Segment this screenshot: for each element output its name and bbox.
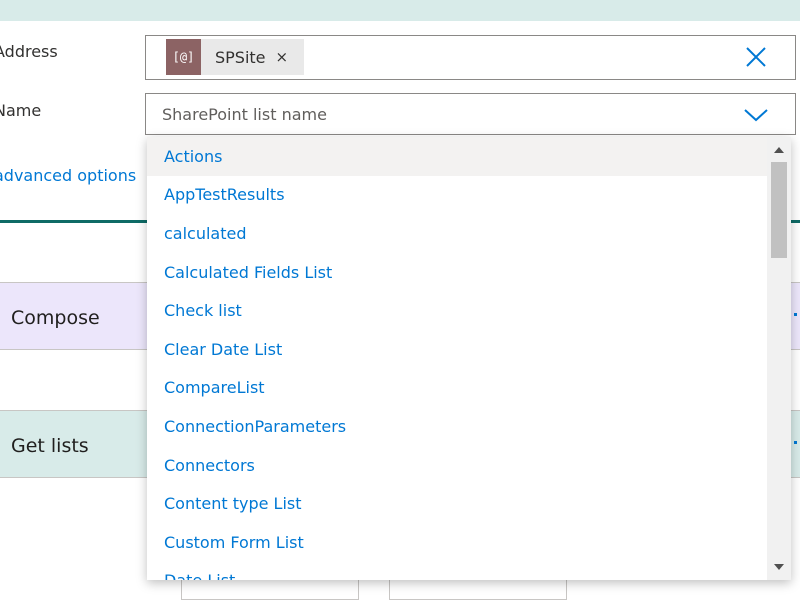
dropdown-option[interactable]: Date List xyxy=(147,562,767,580)
dropdown-option[interactable]: Calculated Fields List xyxy=(147,253,767,292)
scrollbar-thumb[interactable] xyxy=(771,162,787,258)
flow-editor: Address [@] SPSite × Name SharePoint lis… xyxy=(0,0,800,600)
dropdown-option[interactable]: AppTestResults xyxy=(147,176,767,215)
site-token-label: SPSite xyxy=(215,47,266,67)
dropdown-option[interactable]: ConnectionParameters xyxy=(147,407,767,446)
site-address-field[interactable]: [@] SPSite × xyxy=(145,35,796,80)
list-name-label: Name xyxy=(0,101,42,120)
dropdown-option[interactable]: CompareList xyxy=(147,369,767,408)
dropdown-option[interactable]: Content type List xyxy=(147,484,767,523)
list-name-placeholder: SharePoint list name xyxy=(162,105,327,124)
bottom-button-left[interactable] xyxy=(181,578,359,600)
arrow-down-icon[interactable] xyxy=(774,564,784,570)
dropdown-option[interactable]: calculated xyxy=(147,214,767,253)
address-label: Address xyxy=(0,42,58,61)
remove-token-button[interactable]: × xyxy=(272,48,305,66)
scrollbar[interactable] xyxy=(767,137,791,580)
dropdown-option[interactable]: Clear Date List xyxy=(147,330,767,369)
get-lists-card-title: Get lists xyxy=(11,435,89,457)
dropdown-option[interactable]: Custom Form List xyxy=(147,523,767,562)
dropdown-option[interactable]: Actions xyxy=(147,137,767,176)
header-band xyxy=(0,0,800,21)
options-list: Actions AppTestResults calculated Calculate… xyxy=(147,137,767,580)
arrow-up-icon[interactable] xyxy=(774,147,784,153)
list-name-options: Actions AppTestResults calculated Calculate… xyxy=(147,137,791,580)
chevron-down-icon[interactable] xyxy=(743,106,769,124)
dropdown-option[interactable]: Connectors xyxy=(147,446,767,485)
site-token[interactable]: [@] SPSite × xyxy=(166,39,305,75)
dynamic-content-icon: [@] xyxy=(166,39,201,75)
close-icon[interactable] xyxy=(745,46,767,68)
list-name-dropdown[interactable]: SharePoint list name xyxy=(145,93,796,135)
compose-card-title: Compose xyxy=(11,307,100,329)
more-options-dot[interactable] xyxy=(794,313,797,316)
more-options-dot[interactable] xyxy=(794,441,797,444)
bottom-button-right[interactable] xyxy=(389,578,567,600)
dropdown-option[interactable]: Check list xyxy=(147,291,767,330)
advanced-options-link[interactable]: advanced options xyxy=(0,166,136,185)
